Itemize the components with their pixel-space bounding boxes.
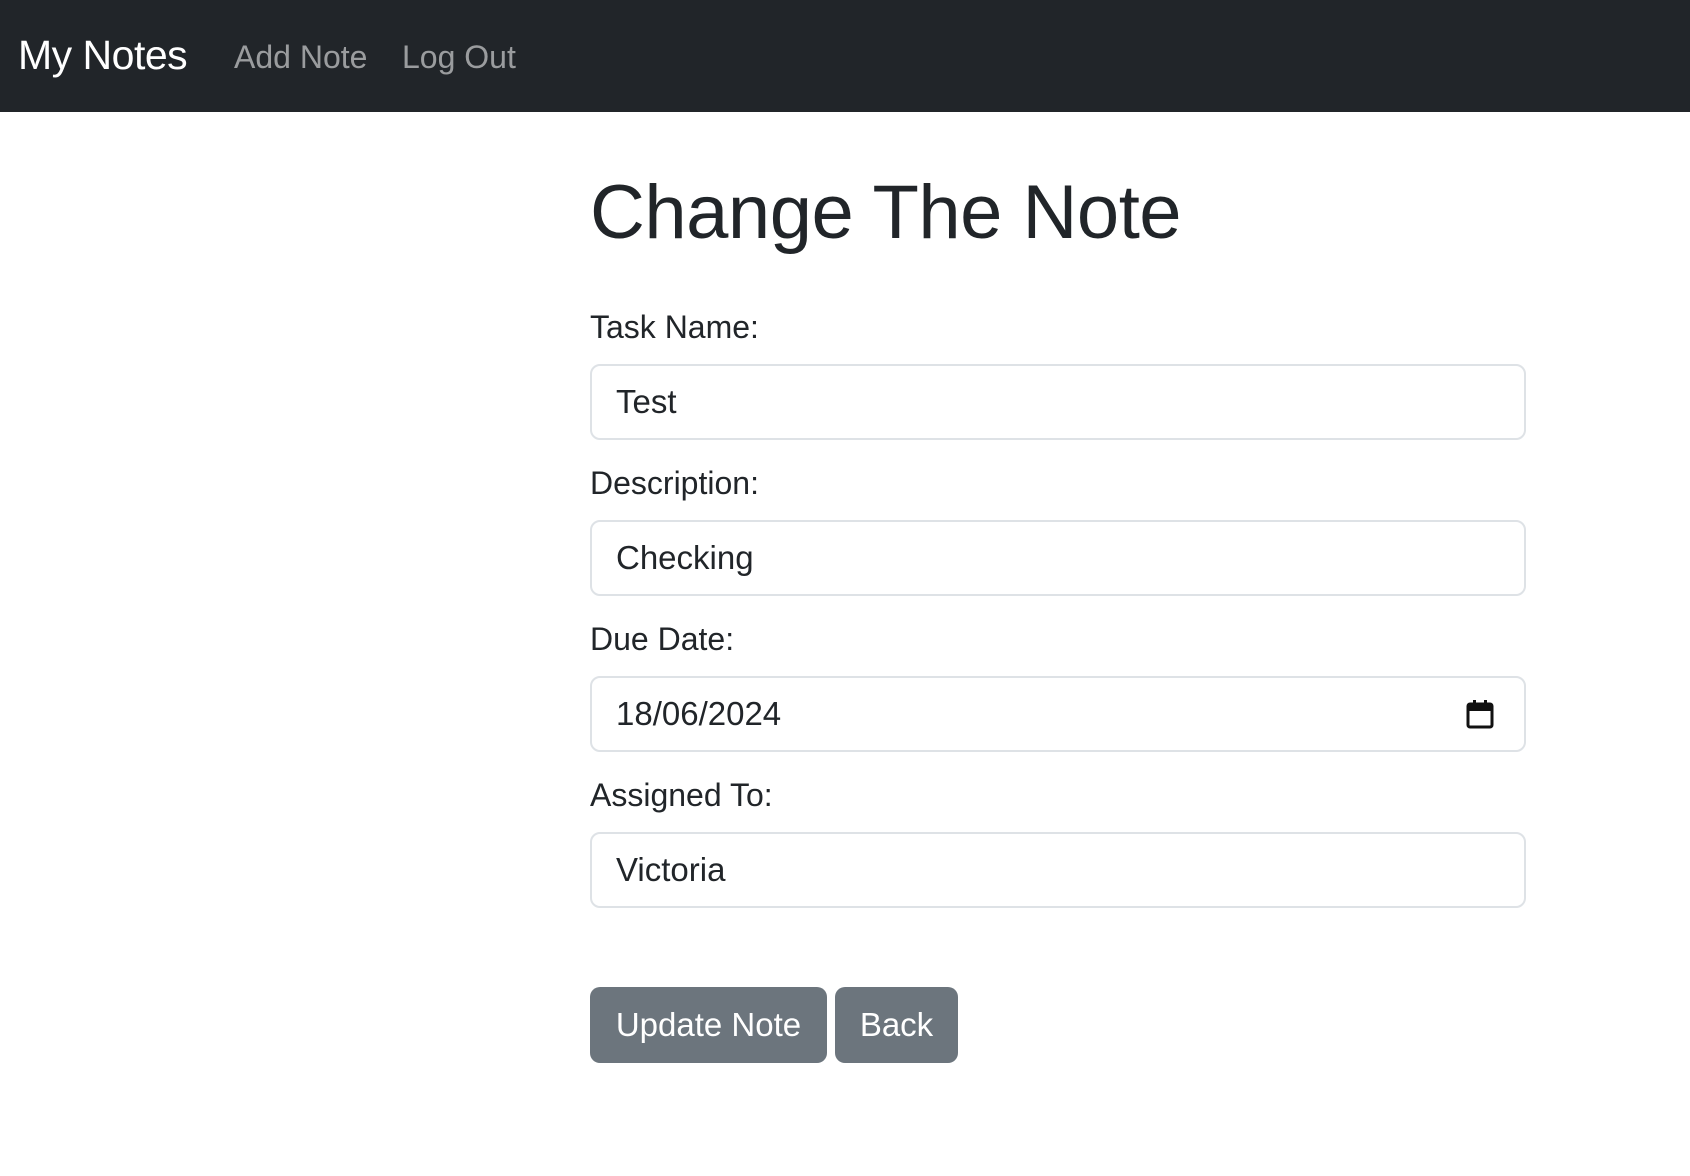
due-date-input[interactable]: 18/06/2024 <box>590 676 1526 752</box>
assigned-to-input[interactable]: Victoria <box>590 832 1526 908</box>
assigned-to-value: Victoria <box>616 851 726 888</box>
back-button[interactable]: Back <box>835 987 958 1063</box>
task-name-input[interactable]: Test <box>590 364 1526 440</box>
due-date-value: 18/06/2024 <box>616 695 782 732</box>
brand-link[interactable]: My Notes <box>18 30 188 80</box>
nav-add-note-link[interactable]: Add Note <box>234 37 367 77</box>
update-note-button[interactable]: Update Note <box>590 987 827 1063</box>
nav-log-out-link[interactable]: Log Out <box>402 37 516 77</box>
navbar: My Notes Add Note Log Out <box>0 0 1690 112</box>
calendar-icon[interactable] <box>1466 699 1494 729</box>
assigned-to-label: Assigned To: <box>590 777 773 813</box>
task-name-label: Task Name: <box>590 309 759 345</box>
description-input[interactable]: Checking <box>590 520 1526 596</box>
description-label: Description: <box>590 465 759 501</box>
description-value: Checking <box>616 539 754 576</box>
task-name-value: Test <box>616 383 677 420</box>
due-date-label: Due Date: <box>590 621 735 657</box>
page-title: Change The Note <box>590 170 1182 255</box>
